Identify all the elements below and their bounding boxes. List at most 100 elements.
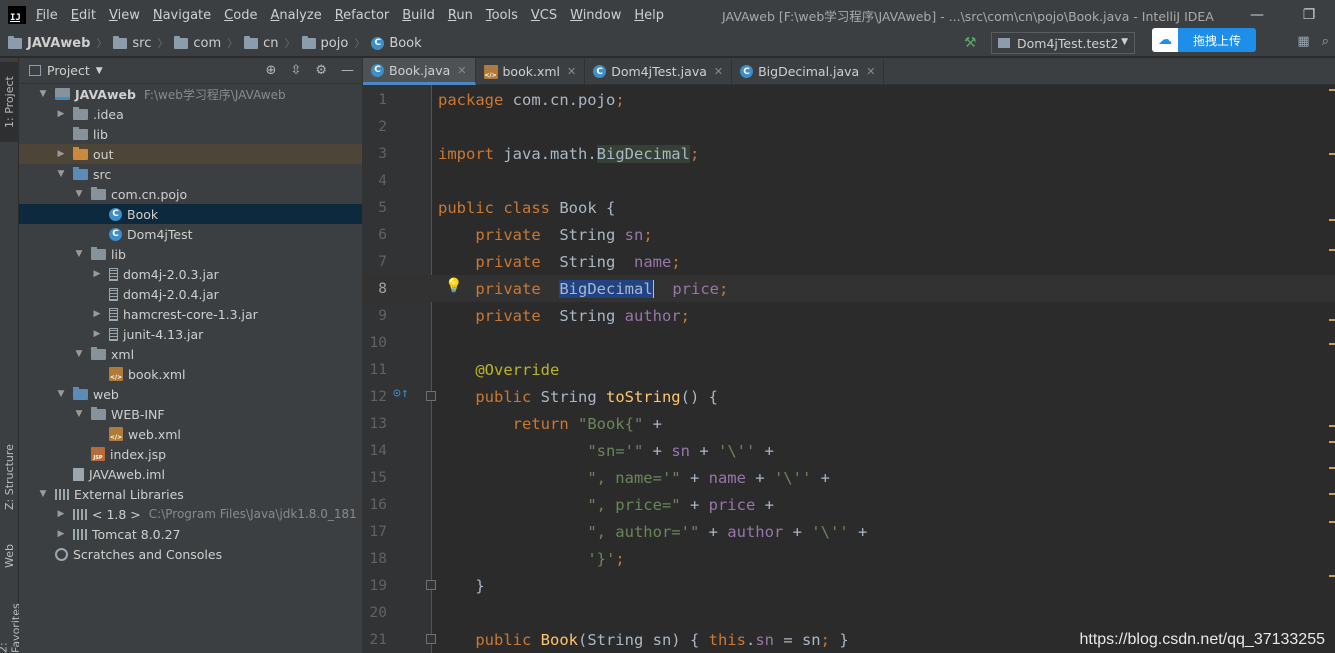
menu-help[interactable]: Help <box>634 8 664 23</box>
tree-item[interactable]: ▼ web <box>19 384 362 404</box>
tree-item[interactable]: lib <box>19 124 362 144</box>
fold-marker-icon[interactable] <box>426 391 436 401</box>
tree-item[interactable]: ▼ External Libraries <box>19 484 362 504</box>
structure-tool-tab[interactable]: Z: Structure <box>0 434 19 520</box>
menu-vcs[interactable]: VCS <box>531 8 557 23</box>
search-icon[interactable]: ⌕ <box>1322 34 1329 49</box>
breadcrumb-src[interactable]: src <box>113 35 151 51</box>
project-tool-tab[interactable]: 1: Project <box>0 62 19 142</box>
code-line[interactable]: 18 '}'; <box>363 545 1335 572</box>
menu-window[interactable]: Window <box>570 8 621 23</box>
tree-item[interactable]: ▼ lib <box>19 244 362 264</box>
drag-upload-button[interactable]: ☁ 拖拽上传 <box>1152 28 1256 52</box>
close-icon[interactable]: ✕ <box>714 65 723 78</box>
menu-tools[interactable]: Tools <box>486 8 518 23</box>
build-hammer-icon[interactable]: ⚒ <box>964 35 977 51</box>
tree-item[interactable]: ▼ WEB-INF <box>19 404 362 424</box>
expand-arrow-right-icon[interactable]: ▶ <box>91 269 103 279</box>
tree-item[interactable]: ▶ junit-4.13.jar <box>19 324 362 344</box>
expand-arrow-down-icon[interactable]: ▼ <box>73 409 85 419</box>
expand-arrow-down-icon[interactable]: ▼ <box>73 189 85 199</box>
tree-item[interactable]: ▶ hamcrest-core-1.3.jar <box>19 304 362 324</box>
code-line[interactable]: 8 private BigDecimal price; <box>363 275 1335 302</box>
expand-arrow-down-icon[interactable]: ▼ <box>55 169 67 179</box>
menu-file[interactable]: File <box>36 8 58 23</box>
expand-arrow-down-icon[interactable]: ▼ <box>37 489 49 499</box>
code-line[interactable]: 3 import java.math.BigDecimal; <box>363 140 1335 167</box>
tree-item[interactable]: ▼ xml <box>19 344 362 364</box>
web-tool-tab[interactable]: Web <box>0 532 19 580</box>
collapse-all-icon[interactable]: ⇳ <box>290 63 301 78</box>
editor-tab[interactable]: </> book.xml ✕ <box>476 58 586 85</box>
code-line[interactable]: 12 public String toString() { <box>363 383 1335 410</box>
code-line[interactable]: 19 } <box>363 572 1335 599</box>
code-editor[interactable]: 1 package com.cn.pojo; 2 3 import java.math.… <box>363 85 1335 653</box>
tree-item[interactable]: ▶ out <box>19 144 362 164</box>
code-line[interactable]: 16 ", price=" + price + <box>363 491 1335 518</box>
menu-code[interactable]: Code <box>224 8 257 23</box>
code-line[interactable]: 20 <box>363 599 1335 626</box>
override-method-icon[interactable]: ⊙↑ <box>393 386 409 401</box>
expand-arrow-right-icon[interactable]: ▶ <box>55 149 67 159</box>
code-line[interactable]: 6 private String sn; <box>363 221 1335 248</box>
fold-marker-icon[interactable] <box>426 634 436 644</box>
restore-button[interactable]: ❐ <box>1283 7 1335 23</box>
structure-icon[interactable]: ▦ <box>1297 34 1309 49</box>
tree-item[interactable]: Scratches and Consoles <box>19 544 362 564</box>
menu-run[interactable]: Run <box>448 8 473 23</box>
tree-item[interactable]: ▶ < 1.8 > C:\Program Files\Java\jdk1.8.0_1… <box>19 504 362 524</box>
hide-icon[interactable]: — <box>341 63 354 78</box>
expand-arrow-right-icon[interactable]: ▶ <box>55 109 67 119</box>
menu-refactor[interactable]: Refactor <box>335 8 390 23</box>
tree-item[interactable]: dom4j-2.0.4.jar <box>19 284 362 304</box>
tree-item[interactable]: ▶ Tomcat 8.0.27 <box>19 524 362 544</box>
code-line[interactable]: 4 <box>363 167 1335 194</box>
editor-tab[interactable]: C Book.java ✕ <box>363 58 476 85</box>
expand-arrow-right-icon[interactable]: ▶ <box>55 509 67 519</box>
editor-tab[interactable]: C BigDecimal.java ✕ <box>732 58 885 85</box>
tree-item[interactable]: ▼ src <box>19 164 362 184</box>
code-line[interactable]: 14 "sn='" + sn + '\'' + <box>363 437 1335 464</box>
tree-item[interactable]: </> web.xml <box>19 424 362 444</box>
code-line[interactable]: 13 return "Book{" + <box>363 410 1335 437</box>
expand-arrow-down-icon[interactable]: ▼ <box>73 349 85 359</box>
minimize-button[interactable]: — <box>1231 7 1283 23</box>
editor-tab[interactable]: C Dom4jTest.java ✕ <box>585 58 733 85</box>
close-icon[interactable]: ✕ <box>866 65 875 78</box>
code-line[interactable]: 5 public class Book { <box>363 194 1335 221</box>
tree-item[interactable]: ▼ JAVAweb F:\web学习程序\JAVAweb <box>19 84 362 104</box>
menu-edit[interactable]: Edit <box>71 8 96 23</box>
code-line[interactable]: 2 <box>363 113 1335 140</box>
menu-navigate[interactable]: Navigate <box>153 8 211 23</box>
close-icon[interactable]: ✕ <box>457 64 466 77</box>
tree-item[interactable]: ▼ com.cn.pojo <box>19 184 362 204</box>
tree-item[interactable]: C Dom4jTest <box>19 224 362 244</box>
code-line[interactable]: 10 <box>363 329 1335 356</box>
tree-item[interactable]: JSP index.jsp <box>19 444 362 464</box>
breadcrumb-project[interactable]: JAVAweb <box>8 35 90 51</box>
lightbulb-icon[interactable]: 💡 <box>445 278 462 294</box>
code-line[interactable]: 1 package com.cn.pojo; <box>363 86 1335 113</box>
code-line[interactable]: 11 @Override <box>363 356 1335 383</box>
breadcrumb-pojo[interactable]: pojo <box>301 35 348 51</box>
breadcrumb-com[interactable]: com <box>174 35 221 51</box>
tree-item[interactable]: </> book.xml <box>19 364 362 384</box>
code-line[interactable]: 9 private String author; <box>363 302 1335 329</box>
gear-icon[interactable]: ⚙ <box>315 63 327 78</box>
expand-arrow-down-icon[interactable]: ▼ <box>37 89 49 99</box>
code-line[interactable]: 17 ", author='" + author + '\'' + <box>363 518 1335 545</box>
tree-item[interactable]: ▶ .idea <box>19 104 362 124</box>
breadcrumb-cn[interactable]: cn <box>244 35 279 51</box>
expand-arrow-right-icon[interactable]: ▶ <box>91 329 103 339</box>
expand-arrow-right-icon[interactable]: ▶ <box>91 309 103 319</box>
menu-build[interactable]: Build <box>402 8 435 23</box>
fold-marker-icon[interactable] <box>426 580 436 590</box>
tree-item[interactable]: JAVAweb.iml <box>19 464 362 484</box>
expand-arrow-right-icon[interactable]: ▶ <box>55 529 67 539</box>
locate-icon[interactable]: ⊕ <box>266 63 277 78</box>
code-line[interactable]: 7 private String name; <box>363 248 1335 275</box>
favorites-tool-tab[interactable]: 2: Favorites <box>0 593 23 653</box>
close-icon[interactable]: ✕ <box>567 65 576 78</box>
expand-arrow-down-icon[interactable]: ▼ <box>55 389 67 399</box>
breadcrumb-book[interactable]: C Book <box>371 36 422 51</box>
